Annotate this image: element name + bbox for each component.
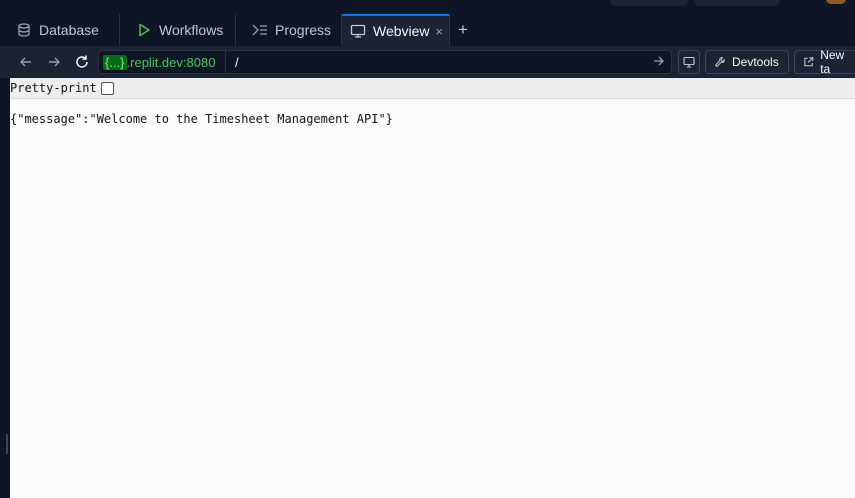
tab-label: Database <box>39 21 99 38</box>
arrow-right-icon <box>49 57 60 67</box>
top-button[interactable] <box>694 0 780 6</box>
close-icon[interactable]: × <box>435 24 443 39</box>
play-icon <box>136 22 152 38</box>
tab-workflows[interactable]: Workflows <box>120 14 236 45</box>
tab-webview[interactable]: Webview × <box>342 14 450 46</box>
monitor-icon <box>350 23 366 39</box>
monitor-icon <box>683 56 695 68</box>
progress-icon <box>252 22 268 38</box>
arrow-left-icon <box>20 57 31 67</box>
forward-button[interactable] <box>45 53 63 71</box>
pretty-print-bar: Pretty-print <box>10 78 855 99</box>
device-preview-button[interactable] <box>678 50 700 74</box>
reload-button[interactable] <box>73 53 91 71</box>
address-path[interactable]: / <box>235 55 239 70</box>
pretty-print-label: Pretty-print <box>10 81 97 95</box>
external-link-icon <box>804 57 814 67</box>
new-tab-open-button[interactable]: New ta <box>794 48 855 76</box>
top-strip <box>0 0 855 14</box>
address-bar[interactable]: {...} .replit.dev:8080 / <box>98 50 672 74</box>
left-gutter <box>0 78 10 498</box>
tab-label: Progress <box>275 21 332 38</box>
json-response: {"message":"Welcome to the Timesheet Man… <box>10 112 393 126</box>
devtools-button[interactable]: Devtools <box>705 50 789 74</box>
new-tab-button[interactable]: + <box>458 20 468 40</box>
avatar[interactable] <box>826 0 846 4</box>
new-tab-open-label: New ta <box>820 48 845 76</box>
wrench-icon <box>714 56 726 68</box>
host-highlight: {...} <box>103 54 127 70</box>
tab-database[interactable]: Database <box>0 14 120 45</box>
arrow-right-icon <box>654 56 664 66</box>
top-button[interactable] <box>610 0 688 6</box>
tab-label: Webview <box>373 23 430 39</box>
address-host: {...} .replit.dev:8080 <box>99 51 226 73</box>
tab-label: Workflows <box>159 21 224 38</box>
pretty-print-checkbox[interactable] <box>100 81 114 95</box>
refresh-icon <box>76 55 88 68</box>
tab-progress[interactable]: Progress <box>236 14 342 45</box>
tab-bar: Database Workflows Progress Webview × + <box>0 14 855 46</box>
scroll-handle[interactable] <box>6 434 8 454</box>
database-icon <box>16 22 32 38</box>
go-button[interactable] <box>653 54 665 73</box>
back-button[interactable] <box>17 53 35 71</box>
webview-content: Pretty-print {"message":"Welcome to the … <box>10 78 855 498</box>
devtools-label: Devtools <box>732 55 779 69</box>
host-domain: .replit.dev:8080 <box>126 54 216 70</box>
nav-bar: {...} .replit.dev:8080 / Devtools New ta <box>0 46 855 78</box>
